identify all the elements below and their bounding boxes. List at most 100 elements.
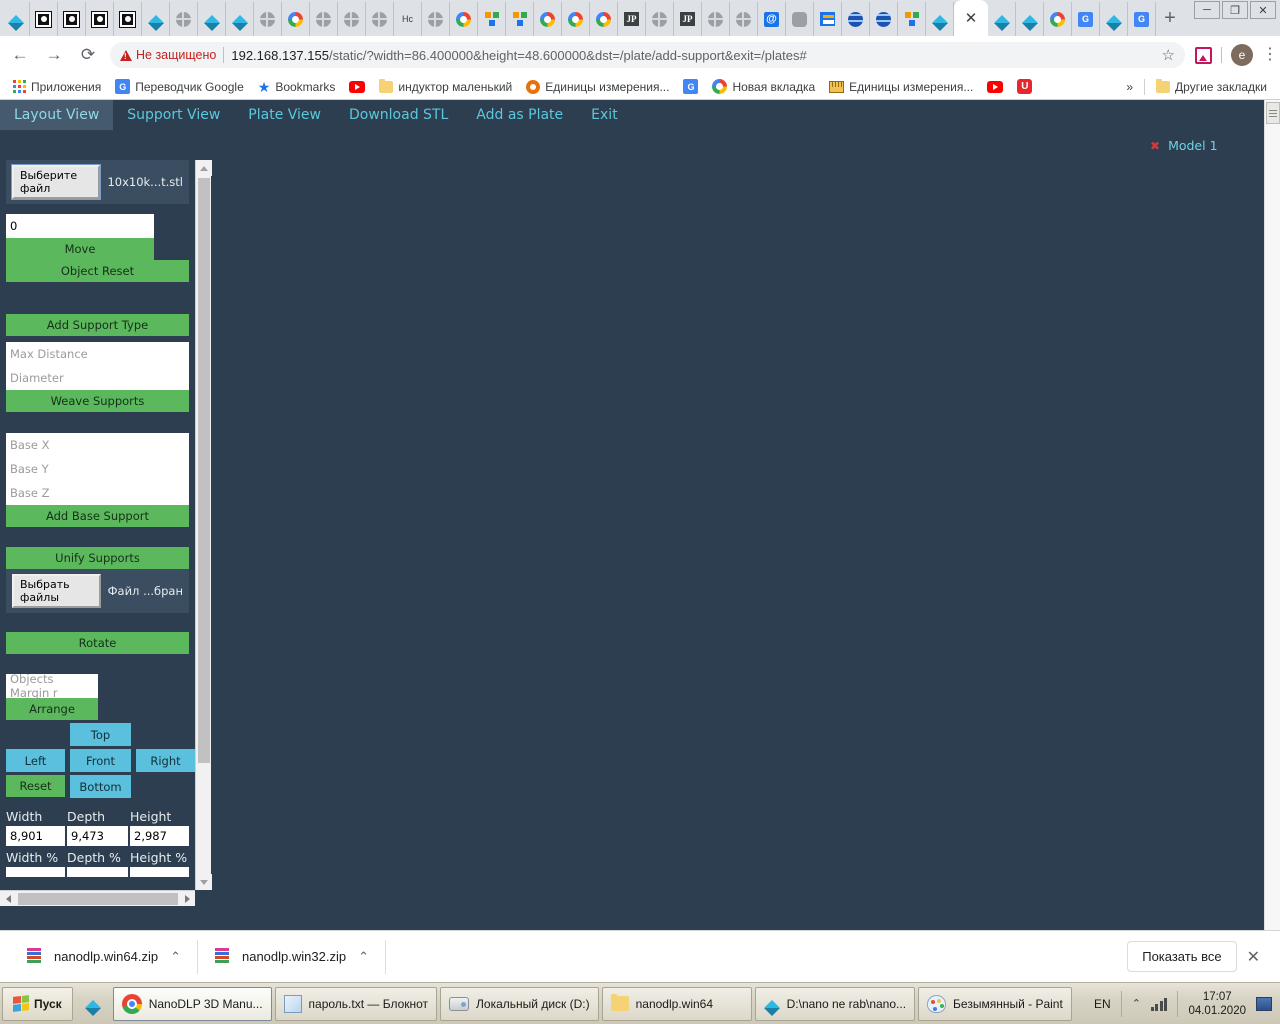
bookmark-item-6[interactable]: G [678, 77, 703, 96]
tab-10[interactable] [282, 2, 310, 36]
tab-37[interactable] [1044, 2, 1072, 36]
arrange-button[interactable]: Arrange [6, 698, 98, 720]
tab-2[interactable] [58, 2, 86, 36]
tab-29[interactable] [814, 2, 842, 36]
view-bottom-button[interactable]: Bottom [70, 775, 131, 798]
add-base-support-button[interactable]: Add Base Support [6, 505, 189, 527]
base-z-input[interactable]: Base Z [6, 481, 189, 505]
chrome-menu-icon[interactable]: ⋮ [1262, 47, 1278, 63]
add-support-type-button[interactable]: Add Support Type [6, 314, 189, 336]
move-value-input[interactable]: 0 [6, 214, 154, 238]
nav-download-stl[interactable]: Download STL [335, 100, 462, 130]
stl-file-input[interactable]: Выберите файл 10x10k...t.stl [6, 160, 189, 204]
tab-28[interactable] [786, 2, 814, 36]
tab-9[interactable] [254, 2, 282, 36]
tab-22[interactable]: JP [618, 2, 646, 36]
bookmark-item-4[interactable]: индуктор маленький [374, 78, 517, 96]
tab-26[interactable] [730, 2, 758, 36]
bookmark-item-1[interactable]: G Переводчик Google [110, 77, 249, 96]
tab-35[interactable] [988, 2, 1016, 36]
scroll-down-button[interactable] [196, 874, 212, 890]
diameter-input[interactable]: Diameter [6, 366, 189, 390]
nav-layout-view[interactable]: Layout View [0, 100, 114, 130]
view-reset-button[interactable]: Reset [6, 775, 65, 797]
bookmark-item-9[interactable] [982, 79, 1008, 95]
language-indicator[interactable]: EN [1094, 997, 1111, 1011]
reload-button[interactable]: ⟳ [76, 43, 100, 67]
nav-plate-view[interactable]: Plate View [234, 100, 335, 130]
view-front-button[interactable]: Front [70, 749, 131, 772]
tab-7[interactable] [198, 2, 226, 36]
tab-14[interactable]: Hc [394, 2, 422, 36]
back-button[interactable]: ← [8, 43, 32, 67]
view-top-button[interactable]: Top [70, 723, 131, 746]
width-percent-input[interactable] [6, 867, 65, 877]
tab-11[interactable] [310, 2, 338, 36]
taskbar-item-nano-explorer[interactable]: D:\nano ne rab\nano... [754, 986, 916, 1021]
objects-margin-input[interactable]: Objects Margin r [6, 672, 98, 700]
taskbar-item-nanodlp-folder[interactable]: nanodlp.win64 [601, 986, 752, 1021]
panel-horizontal-scrollbar[interactable] [0, 890, 195, 906]
show-desktop-button[interactable] [1256, 996, 1272, 1011]
page-scrollbar-thumb[interactable] [1266, 102, 1280, 124]
object-reset-button[interactable]: Object Reset [6, 260, 189, 282]
tab-16[interactable] [450, 2, 478, 36]
base-y-input[interactable]: Base Y [6, 457, 189, 481]
tab-30[interactable] [842, 2, 870, 36]
rotate-button[interactable]: Rotate [6, 632, 189, 654]
remove-model-icon[interactable]: ✖ [1150, 139, 1160, 153]
taskbar-item-paint[interactable]: Безымянный - Paint [918, 986, 1072, 1021]
bookmark-item-5[interactable]: Единицы измерения... [521, 78, 674, 96]
bookmark-item-7[interactable]: Новая вкладка [707, 77, 820, 96]
network-signal-icon[interactable] [1150, 997, 1168, 1011]
bookmark-item-0[interactable]: Приложения [8, 78, 106, 96]
tab-8[interactable] [226, 2, 254, 36]
quicklaunch-nanodlp-icon[interactable] [76, 987, 110, 1021]
nav-exit[interactable]: Exit [577, 100, 632, 130]
maximize-button[interactable]: ❐ [1222, 1, 1248, 19]
list-item[interactable]: ✖ Model 1 [1140, 130, 1264, 153]
depth-percent-input[interactable] [67, 867, 128, 877]
tab-15[interactable] [422, 2, 450, 36]
avatar[interactable]: e [1231, 44, 1253, 66]
tab-32[interactable] [898, 2, 926, 36]
taskbar-item-local-disk[interactable]: Локальный диск (D:) [440, 986, 599, 1021]
start-button[interactable]: Пуск [2, 986, 73, 1021]
tab-24[interactable]: JP [674, 2, 702, 36]
tab-33[interactable] [926, 2, 954, 36]
tab-6[interactable] [170, 2, 198, 36]
tab-0[interactable] [2, 2, 30, 36]
tab-31[interactable] [870, 2, 898, 36]
unify-supports-button[interactable]: Unify Supports [6, 547, 189, 569]
bookmark-item-10[interactable]: U [1012, 77, 1037, 96]
scroll-right-button[interactable] [179, 891, 195, 907]
bookmarks-overflow-button[interactable]: » [1121, 78, 1138, 96]
tab-27[interactable]: @ [758, 2, 786, 36]
tab-17[interactable] [478, 2, 506, 36]
3d-viewport[interactable] [212, 130, 1140, 930]
max-distance-input[interactable]: Max Distance [6, 342, 189, 366]
tab-39[interactable] [1100, 2, 1128, 36]
view-left-button[interactable]: Left [6, 749, 65, 772]
tab-25[interactable] [702, 2, 730, 36]
move-button[interactable]: Move [6, 238, 154, 260]
chevron-up-icon[interactable]: ⌃ [358, 949, 369, 965]
other-bookmarks-button[interactable]: Другие закладки [1151, 78, 1272, 96]
nav-add-as-plate[interactable]: Add as Plate [462, 100, 577, 130]
scroll-left-button[interactable] [0, 891, 16, 907]
choose-files-button[interactable]: Выбрать файлы [12, 574, 101, 608]
clock[interactable]: 17:07 04.01.2020 [1188, 990, 1246, 1018]
tab-12[interactable] [338, 2, 366, 36]
minimize-button[interactable]: ─ [1194, 1, 1220, 19]
chevron-up-icon[interactable]: ⌃ [170, 949, 181, 965]
download-item[interactable]: nanodlp.win64.zip ⌃ [10, 931, 197, 983]
bookmark-item-2[interactable]: ★ Bookmarks [253, 78, 341, 96]
multi-file-input[interactable]: Выбрать файлы Файл ...бран [6, 569, 189, 613]
nav-support-view[interactable]: Support View [113, 100, 234, 130]
tab-5[interactable] [142, 2, 170, 36]
scrollbar-thumb[interactable] [198, 178, 210, 763]
new-tab-button[interactable]: + [1156, 4, 1184, 32]
close-downloads-bar-button[interactable]: ✕ [1237, 947, 1270, 967]
scrollbar-thumb-horizontal[interactable] [18, 893, 178, 905]
show-all-downloads-button[interactable]: Показать все [1127, 941, 1237, 972]
